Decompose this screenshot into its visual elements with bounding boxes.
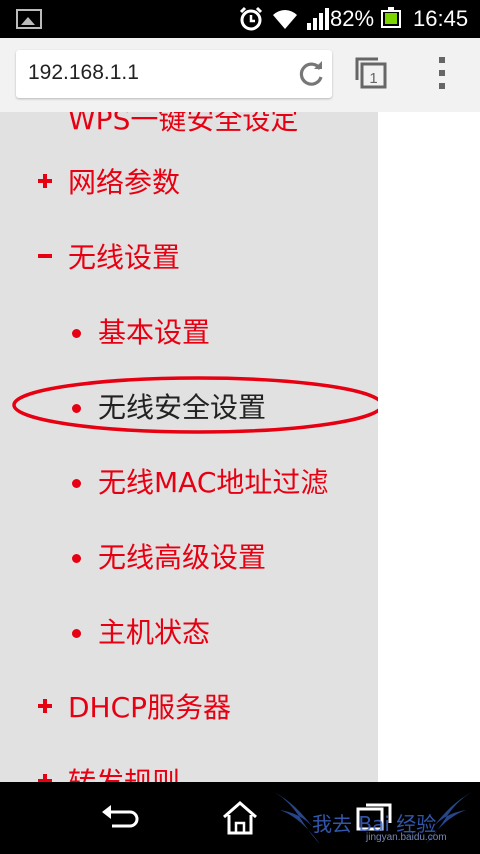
sidebar-item-mac-filter[interactable]: 无线MAC地址过滤 [0,453,378,509]
browser-toolbar: 192.168.1.1 [0,38,480,113]
bullet-icon [72,554,81,563]
expand-icon [38,699,52,713]
sidebar-item-basic-settings[interactable]: 基本设置 [0,303,378,359]
sidebar-item-label: 网络参数 [68,166,181,199]
tab-count: 1 [369,70,377,87]
battery-icon [381,7,401,28]
sidebar-item-label: 无线设置 [68,241,181,274]
collapse-icon [38,254,52,258]
sidebar-item-wireless-settings[interactable]: 无线设置 [0,228,378,284]
sidebar-item-wps[interactable]: WPS一键安全设定 [0,112,378,146]
home-button[interactable] [215,796,265,840]
wifi-icon [273,10,297,29]
gallery-notification-icon [16,9,42,29]
overflow-menu-icon[interactable] [432,54,452,92]
status-bar: 82% 16:45 [0,0,480,38]
signal-icon [307,8,329,30]
bullet-icon [72,479,81,488]
sidebar-item-host-status[interactable]: 主机状态 [0,603,378,659]
tabs-switcher-button[interactable]: 1 [354,56,388,90]
url-field[interactable]: 192.168.1.1 [16,50,332,98]
bullet-icon [72,629,81,638]
sidebar-item-forwarding[interactable]: 转发规则 [0,753,378,782]
content-pane [378,112,480,782]
back-button[interactable] [96,796,146,840]
sidebar-item-advanced-wireless[interactable]: 无线高级设置 [0,528,378,584]
clock: 16:45 [413,6,469,31]
expand-icon [38,174,52,188]
alarm-icon [239,6,263,31]
baidu-jingyan-watermark: 我去 Bai 经验 jingyan.baidu.com [268,786,478,852]
sidebar-item-label: 基本设置 [98,316,211,349]
sidebar-item-label: 主机状态 [98,616,211,649]
highlight-ellipse [12,376,378,434]
status-icons [238,6,330,32]
watermark-url: jingyan.baidu.com [366,832,447,843]
battery-level [385,12,397,24]
reload-icon[interactable] [298,60,326,88]
bullet-icon [72,329,81,338]
sidebar-item-label: 无线MAC地址过滤 [98,466,329,499]
sidebar-item-label: DHCP服务器 [68,691,232,724]
battery-percent: 82% [330,6,375,31]
sidebar-item-label: WPS一键安全设定 [68,112,299,136]
sidebar-item-network-params[interactable]: 网络参数 [0,153,378,209]
url-text[interactable]: 192.168.1.1 [28,61,139,85]
sidebar-item-label: 转发规则 [68,761,180,782]
sidebar-item-dhcp[interactable]: DHCP服务器 [0,678,378,734]
sidebar-item-label: 无线高级设置 [98,541,267,574]
router-sidebar-menu: WPS一键安全设定 网络参数 无线设置 基本设置 无线安全设置 无线MAC地址过… [0,112,378,782]
